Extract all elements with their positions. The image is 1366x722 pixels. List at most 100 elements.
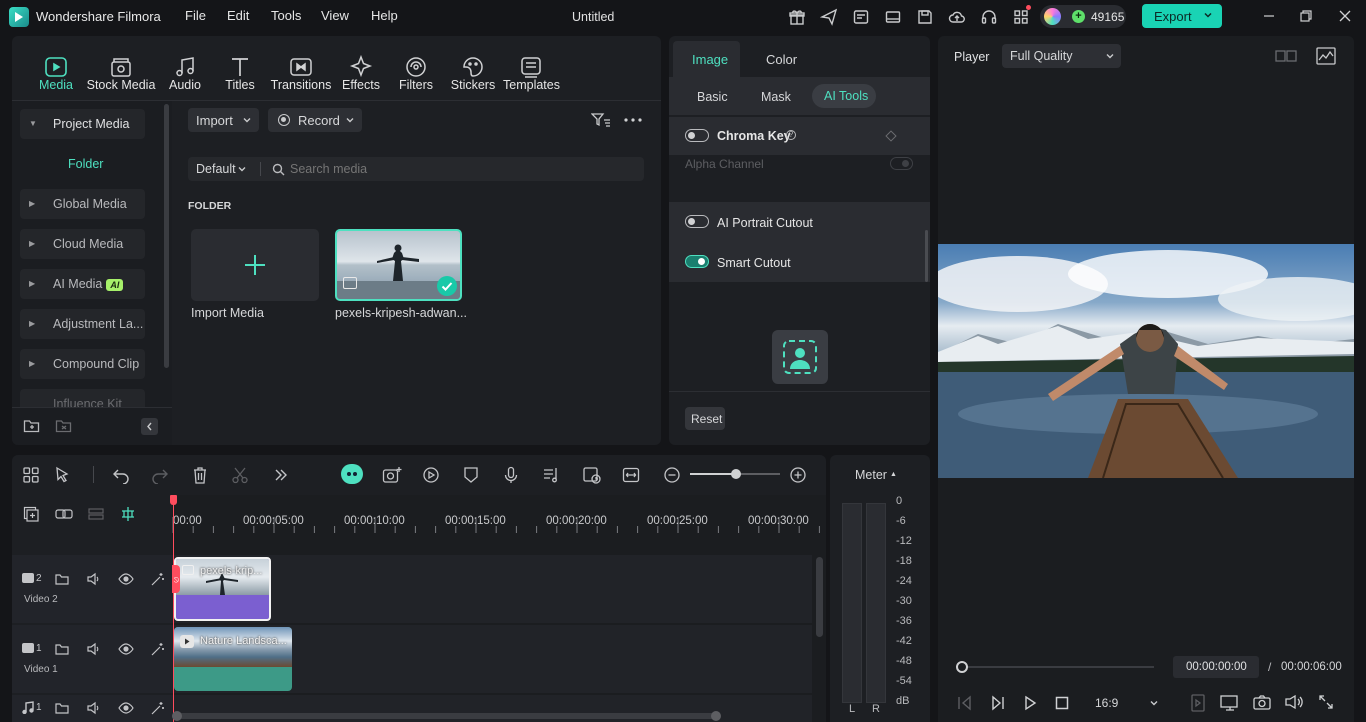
sidebar-item-folder[interactable]: Folder xyxy=(68,157,103,171)
tab-transitions[interactable]: Transitions xyxy=(268,52,334,96)
subtab-basic[interactable]: Basic xyxy=(697,90,728,104)
save-icon[interactable] xyxy=(916,8,934,26)
link-icon[interactable] xyxy=(55,506,73,522)
compare-view-icon[interactable] xyxy=(1275,48,1297,64)
tab-templates[interactable]: Templates xyxy=(503,52,560,96)
menu-edit[interactable]: Edit xyxy=(227,8,249,23)
playback-scrubber-track[interactable] xyxy=(962,666,1154,668)
speaker-icon[interactable] xyxy=(86,700,102,716)
track-layout-icon[interactable] xyxy=(88,506,104,522)
properties-scrollbar[interactable] xyxy=(925,230,928,282)
tab-color[interactable]: Color xyxy=(766,52,797,67)
timeline-clip-video-2[interactable]: pexels-krip... xyxy=(174,557,271,621)
render-preview-icon[interactable] xyxy=(1190,694,1206,712)
zoom-out-icon[interactable] xyxy=(663,466,683,484)
search-input[interactable] xyxy=(290,159,630,179)
chroma-key-toggle[interactable] xyxy=(685,129,709,142)
layout-icon[interactable] xyxy=(884,8,902,26)
select-pointer-icon[interactable] xyxy=(54,466,74,484)
ai-portrait-toggle[interactable] xyxy=(685,215,709,228)
speaker-icon[interactable] xyxy=(86,641,102,657)
playhead-line[interactable] xyxy=(173,498,174,722)
magic-wand-icon[interactable] xyxy=(150,571,166,587)
zoom-slider-knob[interactable] xyxy=(731,469,741,479)
h-scroll-right-knob[interactable] xyxy=(711,711,721,721)
cloud-upload-icon[interactable] xyxy=(948,8,966,26)
subtab-ai-tools[interactable]: AI Tools xyxy=(812,84,876,108)
reset-button[interactable]: Reset xyxy=(685,407,725,430)
apps-grid-icon[interactable] xyxy=(1012,8,1030,26)
media-clip-thumbnail[interactable] xyxy=(335,229,462,301)
tab-audio[interactable]: Audio xyxy=(165,52,205,96)
close-icon[interactable] xyxy=(1338,9,1352,23)
speaker-icon[interactable] xyxy=(86,571,102,587)
zoom-in-icon[interactable] xyxy=(789,466,809,484)
restore-icon[interactable] xyxy=(1299,9,1313,23)
more-options-icon[interactable] xyxy=(624,118,642,122)
meter-dropdown[interactable]: Meter ▲ xyxy=(852,467,902,483)
previous-frame-icon[interactable] xyxy=(956,695,974,711)
tab-effects[interactable]: Effects xyxy=(340,52,382,96)
menu-file[interactable]: File xyxy=(185,8,206,23)
scissors-icon[interactable] xyxy=(231,466,251,484)
snap-magnet-icon[interactable] xyxy=(120,506,136,522)
import-media-tile[interactable] xyxy=(191,229,319,301)
collapse-sidebar-button[interactable] xyxy=(141,418,158,435)
tab-titles[interactable]: Titles xyxy=(220,52,260,96)
timeline-clip-video-1[interactable]: Nature Landsca... xyxy=(174,627,292,691)
remove-folder-icon[interactable] xyxy=(55,418,72,434)
auto-sync-icon[interactable] xyxy=(582,466,602,484)
quality-dropdown[interactable]: Full Quality xyxy=(1002,44,1121,68)
play-icon[interactable] xyxy=(1022,695,1038,711)
audio-list-icon[interactable] xyxy=(542,466,562,484)
stop-icon[interactable] xyxy=(1055,696,1069,710)
add-track-icon[interactable] xyxy=(23,506,39,522)
fullscreen-icon[interactable] xyxy=(1318,694,1334,710)
export-button[interactable]: Export xyxy=(1142,4,1222,28)
import-button[interactable]: Import xyxy=(188,108,259,132)
help-icon[interactable]: ? xyxy=(786,130,796,140)
new-folder-icon[interactable] xyxy=(23,418,40,434)
tab-filters[interactable]: Filters xyxy=(396,52,436,96)
playback-scrubber-knob[interactable] xyxy=(956,661,968,673)
timeline-horizontal-scrollbar[interactable] xyxy=(174,713,720,719)
alpha-channel-toggle[interactable] xyxy=(890,157,913,170)
eye-icon[interactable] xyxy=(118,700,134,716)
headset-icon[interactable] xyxy=(980,8,998,26)
more-tools-icon[interactable] xyxy=(272,466,292,484)
speed-icon[interactable] xyxy=(422,466,442,484)
redo-icon[interactable] xyxy=(151,466,171,484)
add-media-icon[interactable] xyxy=(382,466,402,484)
undo-icon[interactable] xyxy=(112,466,132,484)
record-button[interactable]: Record xyxy=(268,108,362,132)
volume-icon[interactable] xyxy=(1284,694,1304,710)
ai-mate-icon[interactable] xyxy=(341,464,363,484)
filter-sort-icon[interactable] xyxy=(591,112,611,128)
sidebar-item-project-media[interactable]: ▼ Project Media xyxy=(20,109,145,139)
eye-icon[interactable] xyxy=(118,641,134,657)
subtab-mask[interactable]: Mask xyxy=(761,90,791,104)
marker-shield-icon[interactable] xyxy=(462,466,482,484)
credits-pill[interactable]: + 49165 xyxy=(1040,5,1126,28)
sidebar-item-ai-media[interactable]: ▶ AI Media AI xyxy=(20,269,145,299)
tab-stock-media[interactable]: Stock Media xyxy=(85,52,157,96)
sort-dropdown[interactable]: Default xyxy=(188,157,258,181)
layout-grid-icon[interactable] xyxy=(22,466,42,484)
smart-cutout-toggle[interactable] xyxy=(685,255,709,268)
notes-icon[interactable] xyxy=(852,8,870,26)
aspect-ratio-dropdown[interactable]: 16:9 xyxy=(1087,692,1167,714)
tab-media[interactable]: Media xyxy=(36,52,76,96)
sidebar-scrollbar[interactable] xyxy=(164,104,169,368)
delete-trash-icon[interactable] xyxy=(191,466,211,484)
smart-cutout-tool-button[interactable] xyxy=(772,330,828,384)
microphone-icon[interactable] xyxy=(502,466,522,484)
gift-icon[interactable] xyxy=(788,8,806,26)
tab-stickers[interactable]: Stickers xyxy=(450,52,496,96)
snapshot-camera-icon[interactable] xyxy=(1253,694,1271,710)
lock-folder-icon[interactable] xyxy=(54,641,70,657)
sidebar-item-adjustment-layer[interactable]: ▶ Adjustment La... xyxy=(20,309,145,339)
sidebar-item-global-media[interactable]: ▶ Global Media xyxy=(20,189,145,219)
eye-icon[interactable] xyxy=(118,571,134,587)
waveform-scope-icon[interactable] xyxy=(1316,47,1336,65)
menu-view[interactable]: View xyxy=(321,8,349,23)
